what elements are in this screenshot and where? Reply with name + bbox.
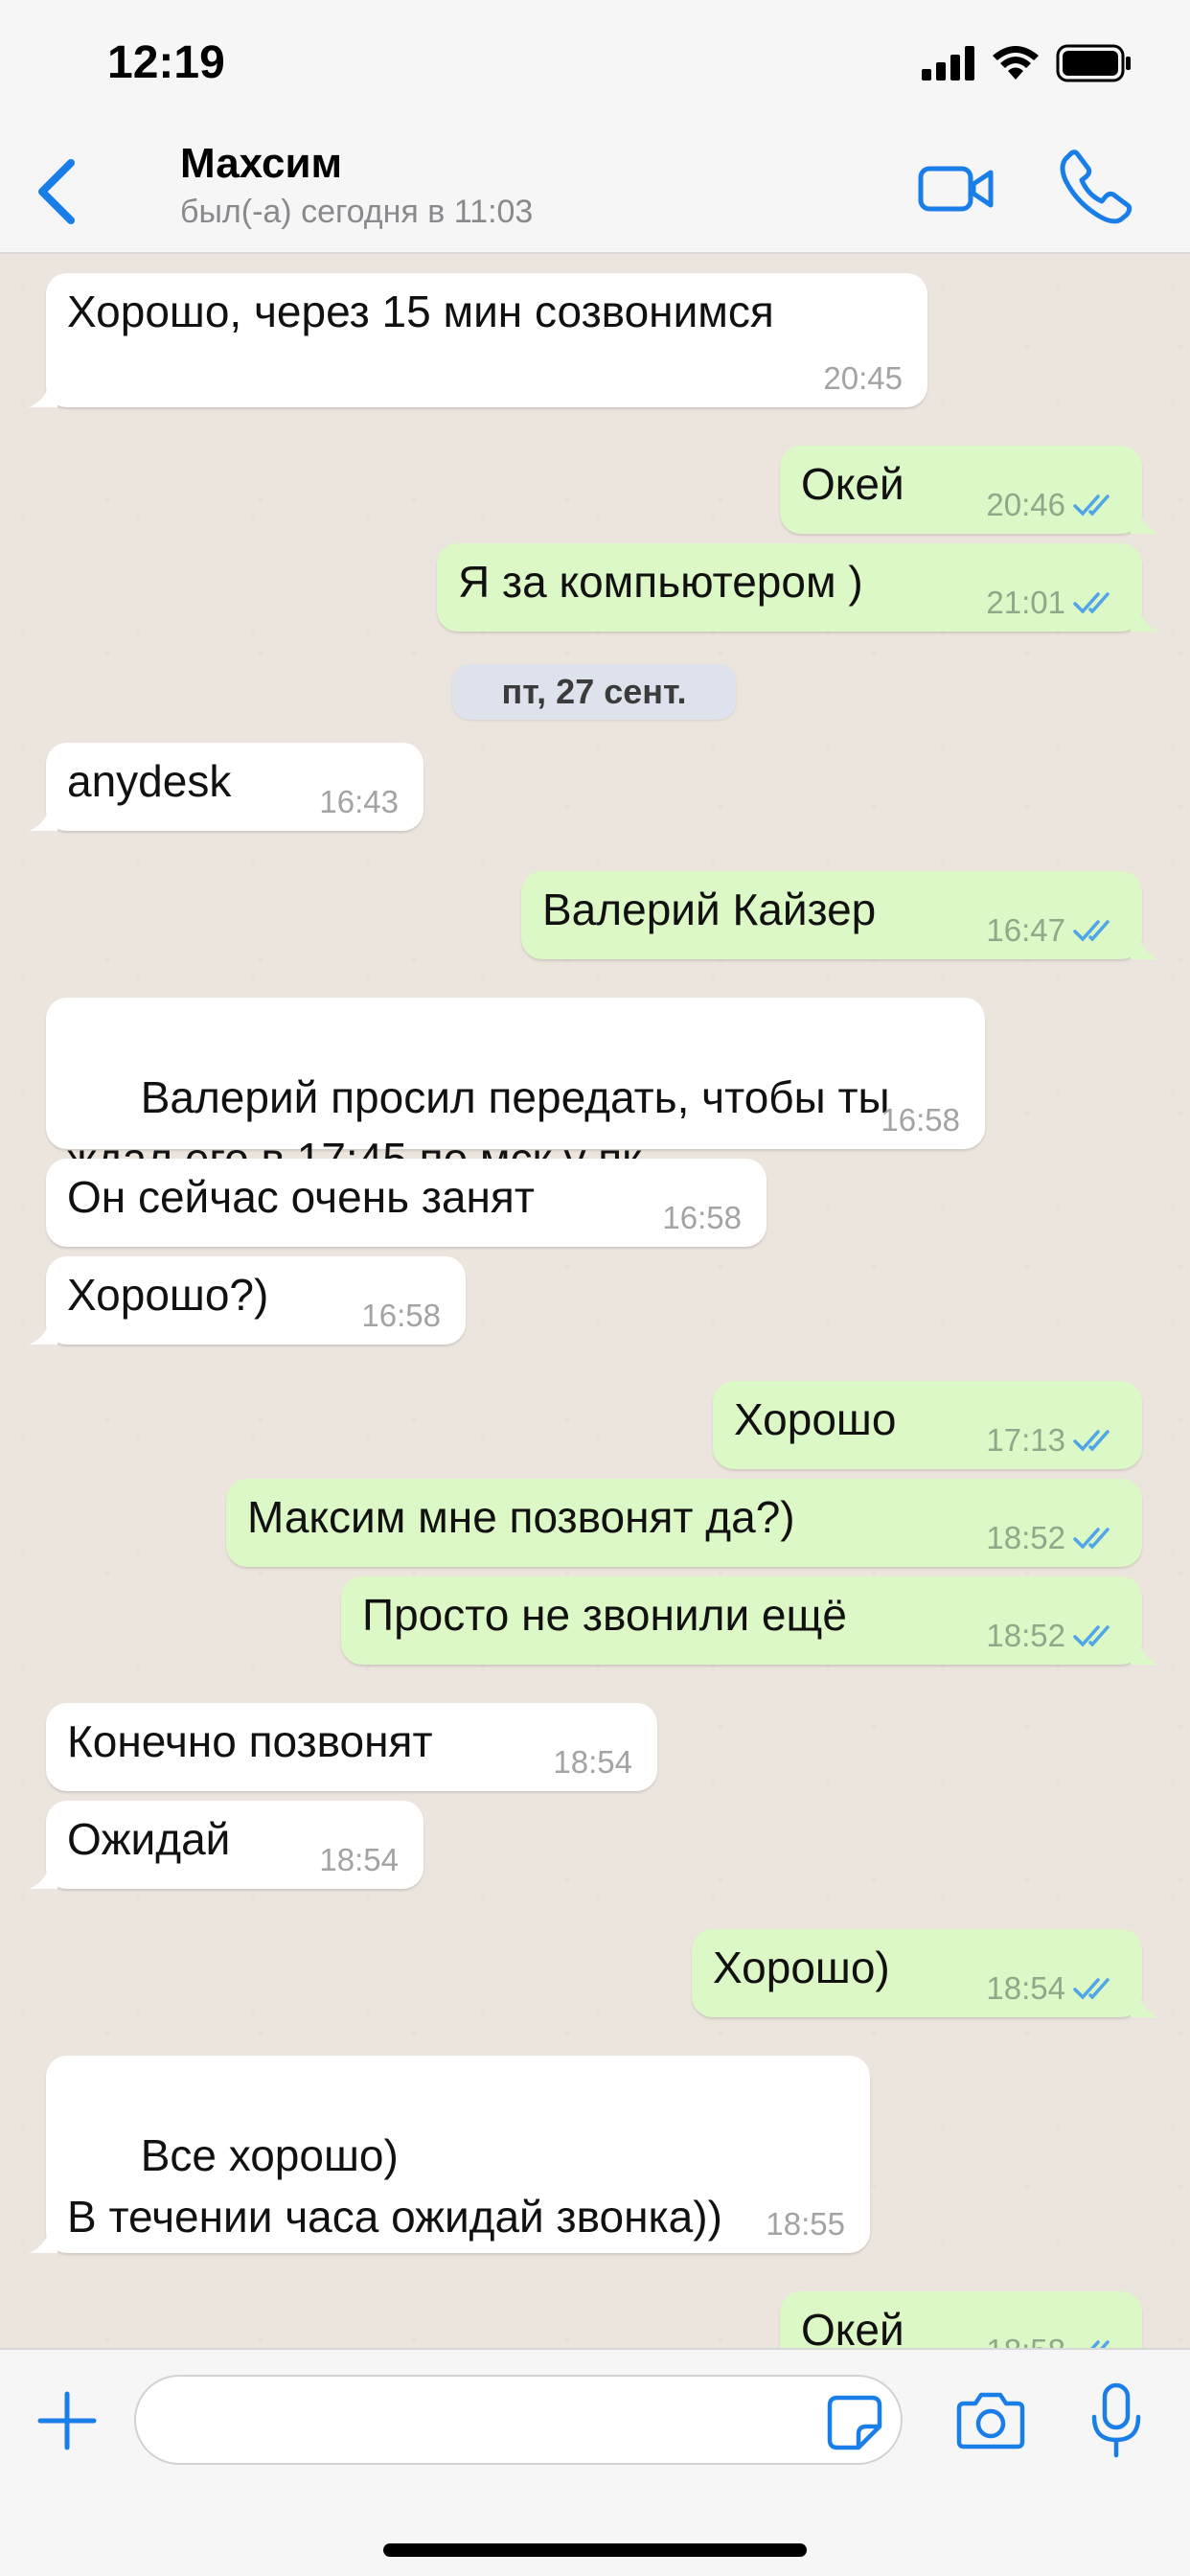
read-double-check-icon [1073, 1978, 1110, 2000]
message-text: Максим мне позвонят да?) [247, 1492, 795, 1542]
read-double-check-icon [1090, 2340, 1110, 2348]
outgoing-message[interactable]: Окей 18:58 [780, 2291, 1142, 2348]
message-time: 17:13 [986, 1422, 1065, 1458]
bubble-tail [29, 379, 57, 407]
plus-icon[interactable] [34, 2388, 100, 2453]
message-text: Конечно позвонят [67, 1716, 433, 1766]
camera-icon[interactable] [956, 2390, 1025, 2450]
incoming-message[interactable]: Ожидай 18:54 [29, 1801, 423, 1889]
incoming-message[interactable]: Он сейчас очень занят 16:58 [46, 1159, 767, 1247]
bubble-tail [29, 2224, 57, 2253]
video-call-icon[interactable] [918, 155, 995, 222]
message-text: Окей [801, 2305, 904, 2348]
incoming-message[interactable]: Конечно позвонят 18:54 [46, 1703, 657, 1791]
message-text: Я за компьютером ) [458, 557, 863, 607]
outgoing-message[interactable]: Хорошо) 18:54 [692, 1929, 1159, 2017]
back-chevron-icon[interactable] [29, 153, 86, 230]
message-time: 18:52 [986, 1520, 1065, 1555]
home-indicator[interactable] [383, 2543, 807, 2557]
message-text: anydesk [67, 756, 232, 806]
incoming-message[interactable]: Валерий просил передать, чтобы тыждал ег… [46, 998, 985, 1184]
bubble-tail [1131, 1989, 1159, 2017]
message-input-bar [0, 2348, 1190, 2576]
bubble-tail [1131, 1636, 1159, 1665]
message-text: Он сейчас очень занят [67, 1172, 535, 1222]
read-double-check-icon [1073, 1528, 1110, 1550]
outgoing-message[interactable]: Максим мне позвонят да?) 18:52 [226, 1479, 1142, 1567]
message-input[interactable] [134, 2375, 903, 2465]
message-text: Окей [801, 459, 904, 509]
message-text: Хорошо, через 15 мин созвонимся [67, 287, 774, 336]
status-time: 12:19 [107, 37, 225, 88]
read-double-check-icon [1073, 1625, 1110, 1647]
incoming-message[interactable]: anydesk 16:43 [29, 743, 423, 831]
message-text-block: Все хорошо) В течении часа ожидай звонка)… [67, 2063, 722, 2309]
message-text: Валерий Кайзер [542, 885, 877, 934]
message-time: 18:58 [986, 2332, 1065, 2348]
message-time: 18:54 [553, 1744, 632, 1780]
message-time: 16:58 [881, 1102, 960, 1138]
outgoing-message[interactable]: Просто не звонили ещё 18:52 [341, 1576, 1159, 1665]
incoming-message[interactable]: Хорошо, через 15 мин созвонимся 20:45 [29, 273, 927, 407]
bubble-tail [1131, 505, 1159, 534]
message-time: 16:58 [361, 1298, 441, 1333]
incoming-message[interactable]: Все хорошо) В течении часа ожидай звонка)… [29, 2056, 870, 2253]
last-seen-status: был(-а) сегодня в 11:03 [180, 194, 534, 230]
message-text: Просто не звонили ещё [362, 1590, 847, 1640]
wifi-icon [993, 46, 1039, 80]
message-time: 18:54 [986, 1970, 1065, 2006]
sticker-icon[interactable] [826, 2394, 883, 2451]
incoming-message[interactable]: Хорошо?) 16:58 [29, 1256, 466, 1345]
bubble-tail [29, 1316, 57, 1345]
bubble-tail [29, 1860, 57, 1889]
message-text: Хорошо?) [67, 1270, 269, 1320]
cellular-signal-icon [922, 46, 974, 80]
read-double-check-icon [1073, 494, 1110, 517]
message-time: 16:47 [986, 912, 1065, 948]
bubble-tail [1131, 931, 1159, 959]
message-text: Хорошо) [713, 1943, 890, 1992]
chat-header: Махсим был(-а) сегодня в 11:03 [0, 125, 1190, 254]
message-time: 21:01 [986, 585, 1065, 620]
outgoing-message[interactable]: Окей 20:46 [780, 446, 1159, 534]
outgoing-message[interactable]: Хорошо 17:13 [713, 1381, 1142, 1469]
message-text: Хорошо [734, 1394, 897, 1444]
status-bar: 12:19 [0, 0, 1190, 125]
status-icons [922, 44, 1133, 82]
message-text-line2: В течении часа ожидай звонка)) [67, 2192, 722, 2242]
message-text-line1: Все хорошо) [140, 2130, 399, 2180]
phone-call-icon[interactable] [1058, 148, 1134, 224]
outgoing-message[interactable]: Валерий Кайзер 16:47 [521, 871, 1159, 959]
read-double-check-icon [1073, 920, 1110, 942]
message-time: 18:52 [986, 1618, 1065, 1653]
message-time: 20:45 [823, 360, 903, 396]
message-text-line1: Валерий просил передать, чтобы ты [140, 1072, 890, 1122]
message-time: 18:54 [319, 1842, 399, 1877]
message-time: 16:58 [662, 1200, 742, 1235]
outgoing-message[interactable]: Я за компьютером ) 21:01 [437, 543, 1159, 632]
message-list[interactable]: Хорошо, через 15 мин созвонимся 20:45 Ок… [0, 254, 1190, 2348]
message-time: 18:55 [766, 2206, 845, 2242]
message-text: Ожидай [67, 1814, 231, 1864]
read-double-check-icon [1073, 592, 1110, 614]
bubble-tail [29, 802, 57, 831]
message-time: 20:46 [986, 487, 1065, 522]
microphone-icon[interactable] [1088, 2382, 1144, 2459]
battery-icon [1056, 44, 1131, 82]
message-time: 16:43 [319, 784, 399, 819]
date-separator: пт, 27 сент. [452, 664, 736, 720]
read-double-check-icon [1073, 1430, 1110, 1452]
bubble-tail [1131, 603, 1159, 632]
contact-name[interactable]: Махсим [180, 140, 342, 188]
